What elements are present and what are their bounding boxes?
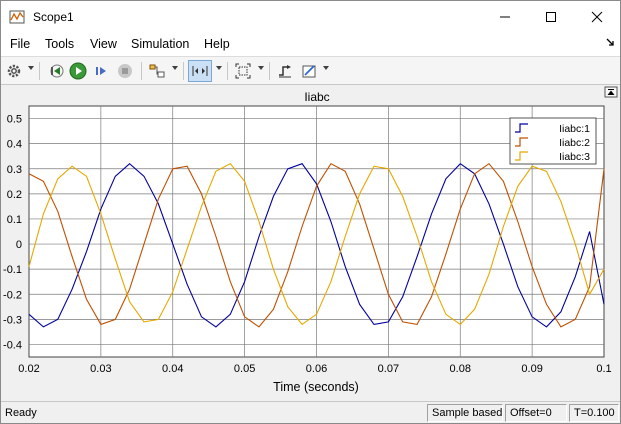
maximize-icon <box>546 11 556 22</box>
status-time: T=0.100 <box>569 404 619 422</box>
step-forward-icon <box>96 67 106 75</box>
fit-to-view-icon <box>235 63 251 79</box>
step-back-icon <box>50 64 64 78</box>
menu-view[interactable]: View <box>90 37 117 51</box>
gear-icon <box>7 64 21 78</box>
toolbar <box>1 57 620 85</box>
menu-simulation[interactable]: Simulation <box>131 37 189 51</box>
status-offset: Offset=0 <box>505 404 567 422</box>
undock-arrow-icon[interactable] <box>606 38 614 46</box>
stop-button[interactable] <box>115 60 135 82</box>
minimize-button[interactable] <box>482 1 528 32</box>
menu-tools[interactable]: Tools <box>45 37 74 51</box>
run-button[interactable] <box>68 60 88 82</box>
close-button[interactable] <box>574 1 620 32</box>
toolbar-separator <box>141 62 142 80</box>
legend[interactable]: Iiabc:1 Iiabc:2 Iiabc:3 <box>509 117 597 165</box>
configuration-dropdown-arrow[interactable] <box>28 66 34 70</box>
status-sample-mode: Sample based <box>427 404 503 422</box>
toolbar-separator <box>39 62 40 80</box>
x-axis-label: Time (seconds) <box>273 380 359 394</box>
toolbar-separator <box>227 62 228 80</box>
menu-help[interactable]: Help <box>204 37 230 51</box>
triggers-button[interactable] <box>275 60 295 82</box>
status-bar: Ready Sample based Offset=0 T=0.100 <box>1 401 620 423</box>
window-title: Scope1 <box>33 9 74 24</box>
status-ready-text: Ready <box>5 407 37 419</box>
menu-file[interactable]: File <box>10 37 30 51</box>
menu-bar: File Tools View Simulation Help <box>1 32 620 57</box>
x-tick-label: 0.1 <box>596 363 611 375</box>
signal-selector-dropdown-arrow[interactable] <box>172 66 178 70</box>
measurements-button[interactable] <box>299 60 319 82</box>
x-tick-label: 0.05 <box>234 363 255 375</box>
undock-axes-button[interactable] <box>604 86 618 98</box>
y-tick-label: 0.5 <box>7 114 22 126</box>
legend-label-1: Iiabc:1 <box>559 123 590 135</box>
toolbar-separator <box>269 62 270 80</box>
fit-to-view-button[interactable] <box>232 60 254 82</box>
y-tick-label: -0.2 <box>3 289 22 301</box>
triggers-icon <box>279 65 291 78</box>
zoom-icon <box>192 66 208 76</box>
scope-app-icon <box>9 10 25 23</box>
x-tick-label: 0.08 <box>450 363 471 375</box>
x-tick-label: 0.03 <box>90 363 111 375</box>
measurements-dropdown-arrow[interactable] <box>323 66 329 70</box>
step-back-button[interactable] <box>46 60 66 82</box>
signal-selector-button[interactable] <box>147 60 167 82</box>
minimize-icon <box>500 16 510 17</box>
y-tick-label: 0.2 <box>7 189 22 201</box>
y-tick-label: -0.1 <box>3 264 22 276</box>
x-tick-label: 0.07 <box>378 363 399 375</box>
x-tick-label: 0.06 <box>306 363 327 375</box>
zoom-dropdown-arrow[interactable] <box>216 66 222 70</box>
x-tick-label: 0.02 <box>18 363 39 375</box>
y-tick-label: 0.1 <box>7 214 22 226</box>
scope-chart[interactable]: Iiabc 0.02 0.03 0.04 0.05 0.06 0.07 0.08 0.09 0.… <box>1 85 620 401</box>
measurements-icon <box>302 65 316 78</box>
toolbar-separator <box>183 62 184 80</box>
y-tick-label: -0.3 <box>3 314 22 326</box>
fit-to-view-dropdown-arrow[interactable] <box>258 66 264 70</box>
run-icon <box>69 62 87 80</box>
title-bar: Scope1 <box>1 1 620 32</box>
maximize-button[interactable] <box>528 1 574 32</box>
x-tick-label: 0.04 <box>162 363 183 375</box>
x-tick-label: 0.09 <box>521 363 542 375</box>
zoom-button[interactable] <box>188 60 212 82</box>
step-forward-button[interactable] <box>91 60 111 82</box>
y-tick-label: 0.3 <box>7 164 22 176</box>
stop-icon <box>118 64 132 78</box>
y-tick-label: 0.4 <box>7 139 22 151</box>
legend-label-3: Iiabc:3 <box>559 151 590 163</box>
legend-label-2: Iiabc:2 <box>559 137 590 149</box>
y-tick-label: -0.4 <box>3 339 22 351</box>
close-icon <box>591 11 603 22</box>
y-tick-label: 0 <box>16 239 22 251</box>
scope-window: Scope1 File Tools View Simulation Help I… <box>0 0 621 424</box>
chart-title: Iiabc <box>304 90 329 104</box>
signal-selector-icon <box>149 64 165 78</box>
plot-area: Iiabc 0.02 0.03 0.04 0.05 0.06 0.07 0.08 0.09 0.… <box>1 85 620 401</box>
configuration-button[interactable] <box>5 60 23 82</box>
